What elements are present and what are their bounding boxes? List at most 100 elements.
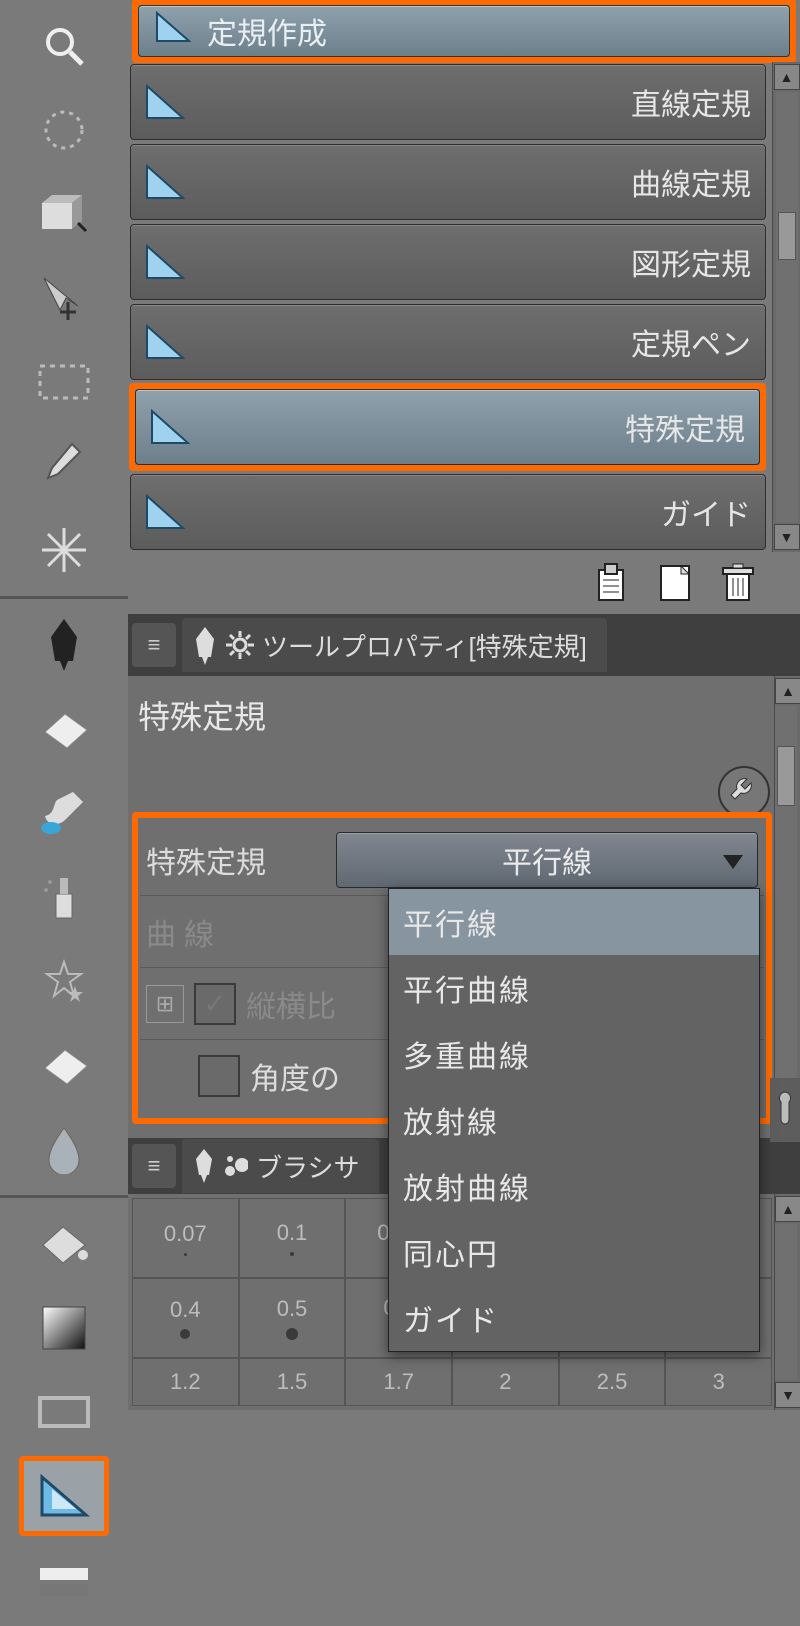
subtool-item[interactable]: 図形定規 <box>130 224 766 300</box>
subtool-tab-ruler-create[interactable]: 定規作成 <box>138 5 790 57</box>
brush-size-label: 0.4 <box>170 1297 201 1323</box>
tool-property-panel-title: ≡ ツールプロパティ[特殊定規] <box>128 614 800 676</box>
airbrush-tool[interactable] <box>19 857 109 937</box>
subtool-item[interactable]: 曲線定規 <box>130 144 766 220</box>
tool-property-scrollbar[interactable]: ▲ ▼ <box>774 676 800 1138</box>
scroll-up-button[interactable]: ▲ <box>775 678 800 704</box>
scroll-thumb[interactable] <box>778 212 796 260</box>
tool-property-rows-highlight: 特殊定規 平行線 平行線平行曲線多重曲線放射線放射曲線同心円ガイド 曲線 <box>132 812 772 1124</box>
scroll-track[interactable] <box>775 706 797 1108</box>
aspect-checkbox[interactable]: ✓ <box>194 983 236 1025</box>
ruler-icon <box>145 324 189 360</box>
brush-size-dot <box>286 1328 298 1340</box>
dropdown-option[interactable]: 多重曲線 <box>389 1021 759 1087</box>
blend-eraser-tool[interactable] <box>19 1025 109 1105</box>
wrench-side-icon[interactable] <box>770 1078 800 1142</box>
tool-property-title-label: ツールプロパティ[特殊定規] <box>262 627 587 664</box>
trash-icon[interactable] <box>710 558 766 608</box>
scroll-track[interactable] <box>776 92 798 522</box>
brush-size-cell[interactable]: 1.7 <box>345 1358 452 1406</box>
brush-size-cell[interactable]: 1.2 <box>132 1358 239 1406</box>
dropdown-option[interactable]: 放射曲線 <box>389 1153 759 1219</box>
special-ruler-dropdown-menu[interactable]: 平行線平行曲線多重曲線放射線放射曲線同心円ガイド <box>388 888 760 1352</box>
subtool-item[interactable]: 直線定規 <box>130 64 766 140</box>
spark-tool[interactable] <box>19 510 109 590</box>
ruler-icon <box>145 164 189 200</box>
marquee-tool[interactable] <box>19 342 109 422</box>
decoration-tool[interactable] <box>19 941 109 1021</box>
special-ruler-dropdown[interactable]: 平行線 <box>336 832 758 888</box>
pen-icon <box>192 625 218 665</box>
rectangle-tool[interactable] <box>19 1372 109 1452</box>
subtool-item[interactable]: 特殊定規 <box>135 389 760 465</box>
brush-size-cell[interactable]: 2.5 <box>559 1358 666 1406</box>
eraser-tool[interactable] <box>19 689 109 769</box>
pen-tool[interactable] <box>19 605 109 685</box>
subtool-item-label: 曲線定規 <box>631 160 751 204</box>
gear-icon <box>226 631 254 659</box>
scroll-down-button[interactable]: ▼ <box>775 1382 800 1408</box>
scroll-track[interactable] <box>775 1224 797 1380</box>
3d-object-tool[interactable] <box>19 174 109 254</box>
gradient-tool[interactable] <box>19 1288 109 1368</box>
subtool-item[interactable]: 定規ペン <box>130 304 766 380</box>
subtool-item-label: ガイド <box>661 490 751 534</box>
brush-size-cell[interactable]: 0.1 <box>239 1198 346 1278</box>
toneline-tool[interactable] <box>19 1540 109 1620</box>
brush-size-label: 3 <box>713 1369 725 1395</box>
brush-size-dot <box>180 1329 190 1339</box>
brush-size-cell[interactable]: 0.5 <box>239 1278 346 1358</box>
grid-icon: ⊞ <box>146 985 184 1023</box>
ruler-icon <box>155 11 191 51</box>
panel-menu-icon[interactable]: ≡ <box>132 1144 176 1188</box>
clipboard-icon[interactable] <box>586 558 642 608</box>
subtool-item[interactable]: ガイド <box>130 474 766 550</box>
dropdown-option[interactable]: 平行曲線 <box>389 955 759 1021</box>
ruler-icon <box>145 494 189 530</box>
brush-size-cell[interactable]: 0.07 <box>132 1198 239 1278</box>
pen-icon <box>192 1147 216 1185</box>
new-icon[interactable] <box>648 558 704 608</box>
brush-size-tab[interactable]: ブラシサ <box>182 1139 379 1193</box>
move-tool[interactable] <box>19 258 109 338</box>
subtool-item-label: 直線定規 <box>631 80 751 124</box>
tool-property-heading: 特殊定規 <box>132 684 772 808</box>
panel-menu-icon[interactable]: ≡ <box>132 623 176 667</box>
subtool-scrollbar[interactable]: ▲ ▼ <box>772 62 800 552</box>
tool-property-tab[interactable]: ツールプロパティ[特殊定規] <box>182 618 607 672</box>
dropdown-option[interactable]: 同心円 <box>389 1219 759 1285</box>
brush-size-scrollbar[interactable]: ▲ ▼ <box>774 1194 800 1410</box>
ruler-tool[interactable] <box>19 1456 109 1536</box>
special-ruler-value: 平行線 <box>502 838 592 882</box>
blur-tool[interactable] <box>19 1109 109 1189</box>
brush-tool[interactable] <box>19 773 109 853</box>
brush-size-cell[interactable]: 2 <box>452 1358 559 1406</box>
zoom-tool[interactable] <box>19 6 109 86</box>
brush-size-label: 1.2 <box>170 1369 201 1395</box>
scroll-up-button[interactable]: ▲ <box>774 64 800 90</box>
lasso-tool[interactable] <box>19 90 109 170</box>
brush-size-cell[interactable]: 0.4 <box>132 1278 239 1358</box>
scroll-thumb[interactable] <box>777 746 795 806</box>
dropdown-option[interactable]: 放射線 <box>389 1087 759 1153</box>
scroll-up-button[interactable]: ▲ <box>775 1196 800 1222</box>
brush-size-label: 1.7 <box>383 1369 414 1395</box>
tool-group-3 <box>0 1198 128 1626</box>
brush-size-title-label: ブラシサ <box>256 1148 359 1185</box>
brush-size-cell[interactable]: 3 <box>665 1358 772 1406</box>
ruler-icon <box>150 409 194 445</box>
dropdown-option[interactable]: ガイド <box>389 1285 759 1351</box>
subtool-header: 定規作成 <box>128 0 800 62</box>
brush-size-cell[interactable]: 1.5 <box>239 1358 346 1406</box>
wrench-icon[interactable] <box>718 766 770 818</box>
prop-row-special-ruler: 特殊定規 平行線 平行線平行曲線多重曲線放射線放射曲線同心円ガイド <box>140 824 764 896</box>
tool-group-2 <box>0 599 128 1198</box>
dropdown-option[interactable]: 平行線 <box>389 889 759 955</box>
subtool-list: 直線定規曲線定規図形定規定規ペン特殊定規ガイド ▲ ▼ <box>128 62 800 552</box>
eyedropper-tool[interactable] <box>19 426 109 506</box>
brush-size-label: 2 <box>499 1369 511 1395</box>
scroll-down-button[interactable]: ▼ <box>774 524 800 550</box>
subtool-actions <box>128 552 800 614</box>
angle-checkbox[interactable]: ✓ <box>198 1055 240 1097</box>
fill-bucket-tool[interactable] <box>19 1204 109 1284</box>
